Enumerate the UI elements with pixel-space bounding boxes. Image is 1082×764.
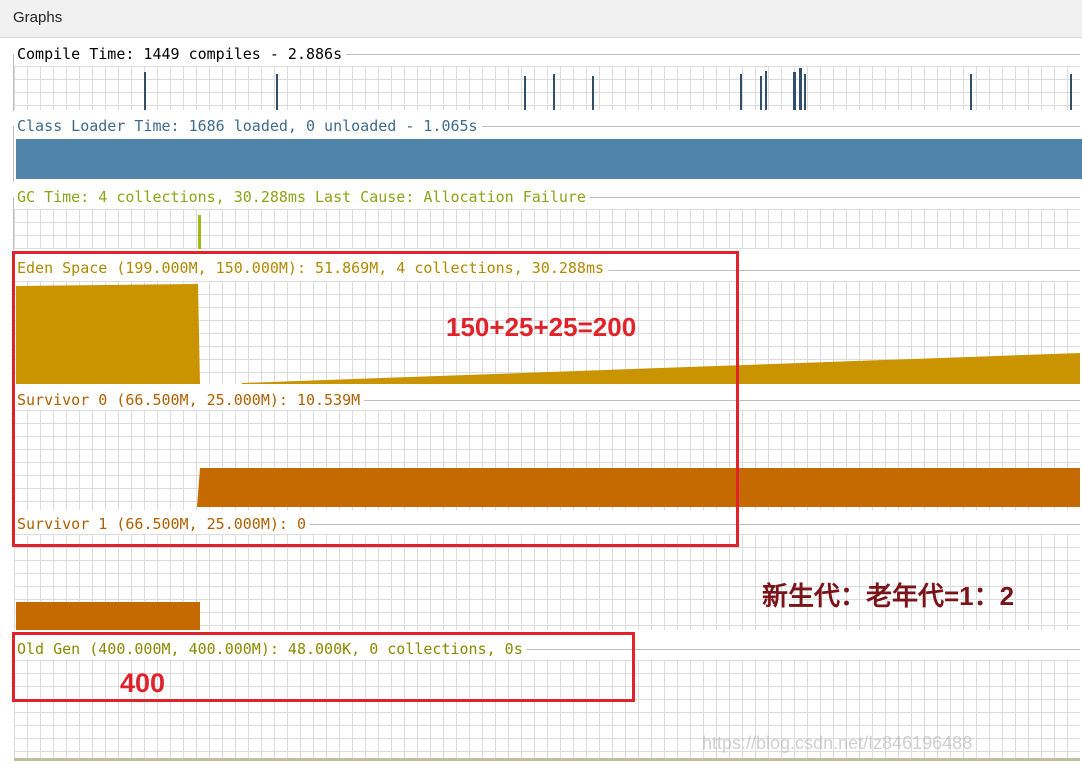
compile-time-title: Compile Time: 1449 compiles - 2.886s bbox=[14, 45, 347, 63]
graphs-tab-title: Graphs bbox=[13, 9, 63, 26]
class-loader-bar bbox=[16, 139, 1082, 179]
compile-spike bbox=[765, 71, 767, 110]
gc-time-graph bbox=[14, 209, 1080, 249]
compile-spike bbox=[760, 76, 762, 110]
compile-spike bbox=[799, 68, 802, 110]
compile-time-graph bbox=[14, 66, 1080, 110]
compile-spike bbox=[970, 74, 972, 110]
young-gen-highlight-box bbox=[12, 251, 739, 547]
gc-time-spikes bbox=[198, 215, 201, 249]
compile-spike bbox=[1070, 74, 1072, 110]
compile-spike bbox=[524, 76, 526, 110]
watermark-text: https://blog.csdn.net/Iz846196488 bbox=[702, 733, 973, 753]
compile-spike bbox=[793, 72, 796, 110]
compile-spike bbox=[144, 72, 146, 110]
class-loader-title: Class Loader Time: 1686 loaded, 0 unload… bbox=[14, 117, 482, 135]
compile-spike bbox=[592, 76, 594, 110]
survivor1-usage bbox=[16, 602, 200, 630]
old-gen-highlight-box bbox=[12, 632, 635, 702]
old-gen-baseline bbox=[14, 758, 1080, 761]
compile-spike bbox=[276, 74, 278, 110]
compile-spike bbox=[740, 74, 742, 110]
graphs-tab-header: Graphs bbox=[0, 0, 1082, 38]
gen-ratio-note: 新生代：老年代=1：2 bbox=[762, 581, 1015, 611]
compile-time-spikes bbox=[144, 68, 1072, 110]
young-gen-sum-note: 150+25+25=200 bbox=[446, 312, 637, 342]
old-gen-size-note: 400 bbox=[120, 668, 166, 698]
compile-spike bbox=[804, 74, 806, 110]
compile-spike bbox=[553, 74, 555, 110]
gc-spike bbox=[198, 215, 201, 249]
gc-time-title: GC Time: 4 collections, 30.288ms Last Ca… bbox=[14, 188, 590, 206]
